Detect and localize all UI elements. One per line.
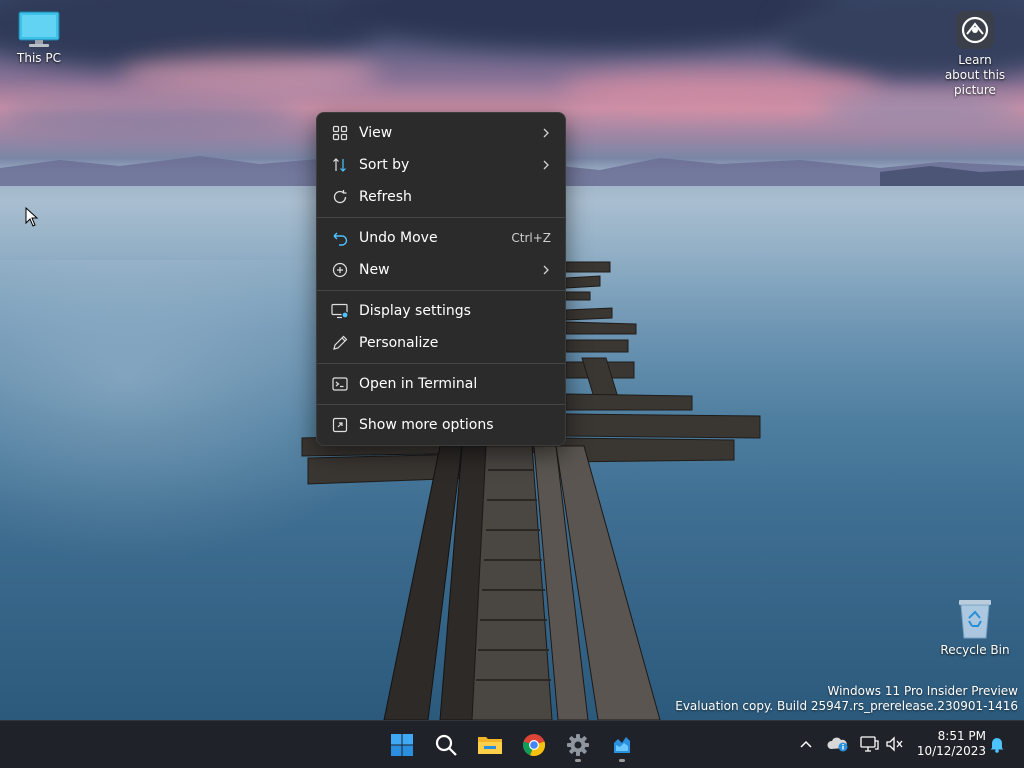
menu-item-refresh[interactable]: Refresh	[317, 181, 565, 213]
recycle-bin-label: Recycle Bin	[940, 643, 1010, 657]
menu-item-label: Open in Terminal	[359, 376, 478, 392]
terminal-icon	[331, 375, 349, 393]
menu-item-label: Sort by	[359, 157, 410, 173]
taskbar-file-explorer[interactable]	[472, 727, 508, 763]
menu-separator	[317, 363, 565, 364]
grid-icon	[331, 124, 349, 142]
running-indicator	[575, 759, 581, 762]
undo-icon	[331, 229, 349, 247]
taskbar: 8:51 PM 10/12/2023	[0, 720, 1024, 768]
learn-about-picture-icon[interactable]: Learn about this picture	[930, 10, 1020, 98]
desktop-context-menu: View Sort by Refresh Undo Move Ctrl+Z Ne…	[316, 112, 566, 446]
search-icon	[435, 734, 457, 756]
menu-item-label: Display settings	[359, 303, 471, 319]
chrome-icon	[523, 734, 546, 756]
chevron-right-icon	[543, 160, 549, 170]
more-options-icon	[331, 416, 349, 434]
menu-item-shortcut: Ctrl+Z	[511, 231, 551, 245]
menu-item-sort-by[interactable]: Sort by	[317, 149, 565, 181]
folder-icon	[478, 737, 502, 754]
menu-item-open-in-terminal[interactable]: Open in Terminal	[317, 368, 565, 400]
onedrive-tray-button[interactable]	[827, 733, 849, 755]
camera-icon	[956, 11, 994, 49]
pen-icon	[331, 334, 349, 352]
taskbar-chrome[interactable]	[516, 727, 552, 763]
this-pc-icon[interactable]: This PC	[0, 10, 84, 66]
menu-item-label: New	[359, 262, 390, 278]
menu-item-view[interactable]: View	[317, 117, 565, 149]
sort-icon	[331, 156, 349, 174]
watermark-line-1: Windows 11 Pro Insider Preview	[827, 684, 1018, 698]
taskbar-clock[interactable]: 8:51 PM 10/12/2023	[914, 729, 986, 759]
taskbar-search-button[interactable]	[428, 727, 464, 763]
gear-icon	[567, 734, 589, 756]
refresh-icon	[331, 188, 349, 206]
chevron-right-icon	[543, 128, 549, 138]
learn-about-picture-label: Learn about this picture	[944, 53, 1006, 97]
cloud-info-icon	[827, 737, 848, 752]
menu-item-undo-move[interactable]: Undo Move Ctrl+Z	[317, 222, 565, 254]
menu-item-show-more-options[interactable]: Show more options	[317, 409, 565, 441]
menu-item-label: Personalize	[359, 335, 439, 351]
menu-separator	[317, 290, 565, 291]
network-tray-button[interactable]	[858, 733, 880, 755]
clock-time: 8:51 PM	[937, 729, 986, 743]
menu-item-label: View	[359, 125, 393, 141]
recycle-bin-desktop-icon[interactable]: Recycle Bin	[930, 596, 1020, 658]
menu-item-label: Undo Move	[359, 230, 438, 246]
running-indicator	[619, 759, 625, 762]
menu-item-display-settings[interactable]: Display settings	[317, 295, 565, 327]
chevron-right-icon	[543, 265, 549, 275]
chevron-up-icon	[800, 740, 812, 748]
volume-tray-button[interactable]	[884, 733, 906, 755]
recycle-bin-icon	[959, 600, 991, 639]
network-icon	[860, 736, 879, 752]
taskbar-settings[interactable]	[560, 727, 596, 763]
menu-separator	[317, 404, 565, 405]
menu-separator	[317, 217, 565, 218]
plus-circle-icon	[331, 261, 349, 279]
menu-item-label: Refresh	[359, 189, 412, 205]
display-icon	[331, 302, 349, 320]
windows-start-icon	[391, 734, 413, 756]
menu-item-personalize[interactable]: Personalize	[317, 327, 565, 359]
evaluation-watermark: Windows 11 Pro Insider Preview Evaluatio…	[675, 684, 1018, 714]
clock-date: 10/12/2023	[916, 744, 986, 758]
notifications-button[interactable]	[986, 733, 1008, 755]
taskbar-app[interactable]	[604, 727, 640, 763]
this-pc-label: This PC	[17, 51, 61, 65]
taskbar-start-button[interactable]	[384, 727, 420, 763]
menu-item-new[interactable]: New	[317, 254, 565, 286]
show-hidden-icons-button[interactable]	[795, 733, 817, 755]
menu-item-label: Show more options	[359, 417, 494, 433]
volume-muted-icon	[886, 736, 903, 752]
desktop[interactable]: This PC Learn about this picture Recycle…	[0, 0, 1024, 720]
monitor-icon	[18, 11, 60, 47]
bell-icon	[990, 738, 1004, 753]
mouse-cursor-icon	[25, 207, 39, 227]
watermark-line-2: Evaluation copy. Build 25947.rs_prerelea…	[675, 699, 1018, 713]
app-icon	[614, 737, 630, 753]
